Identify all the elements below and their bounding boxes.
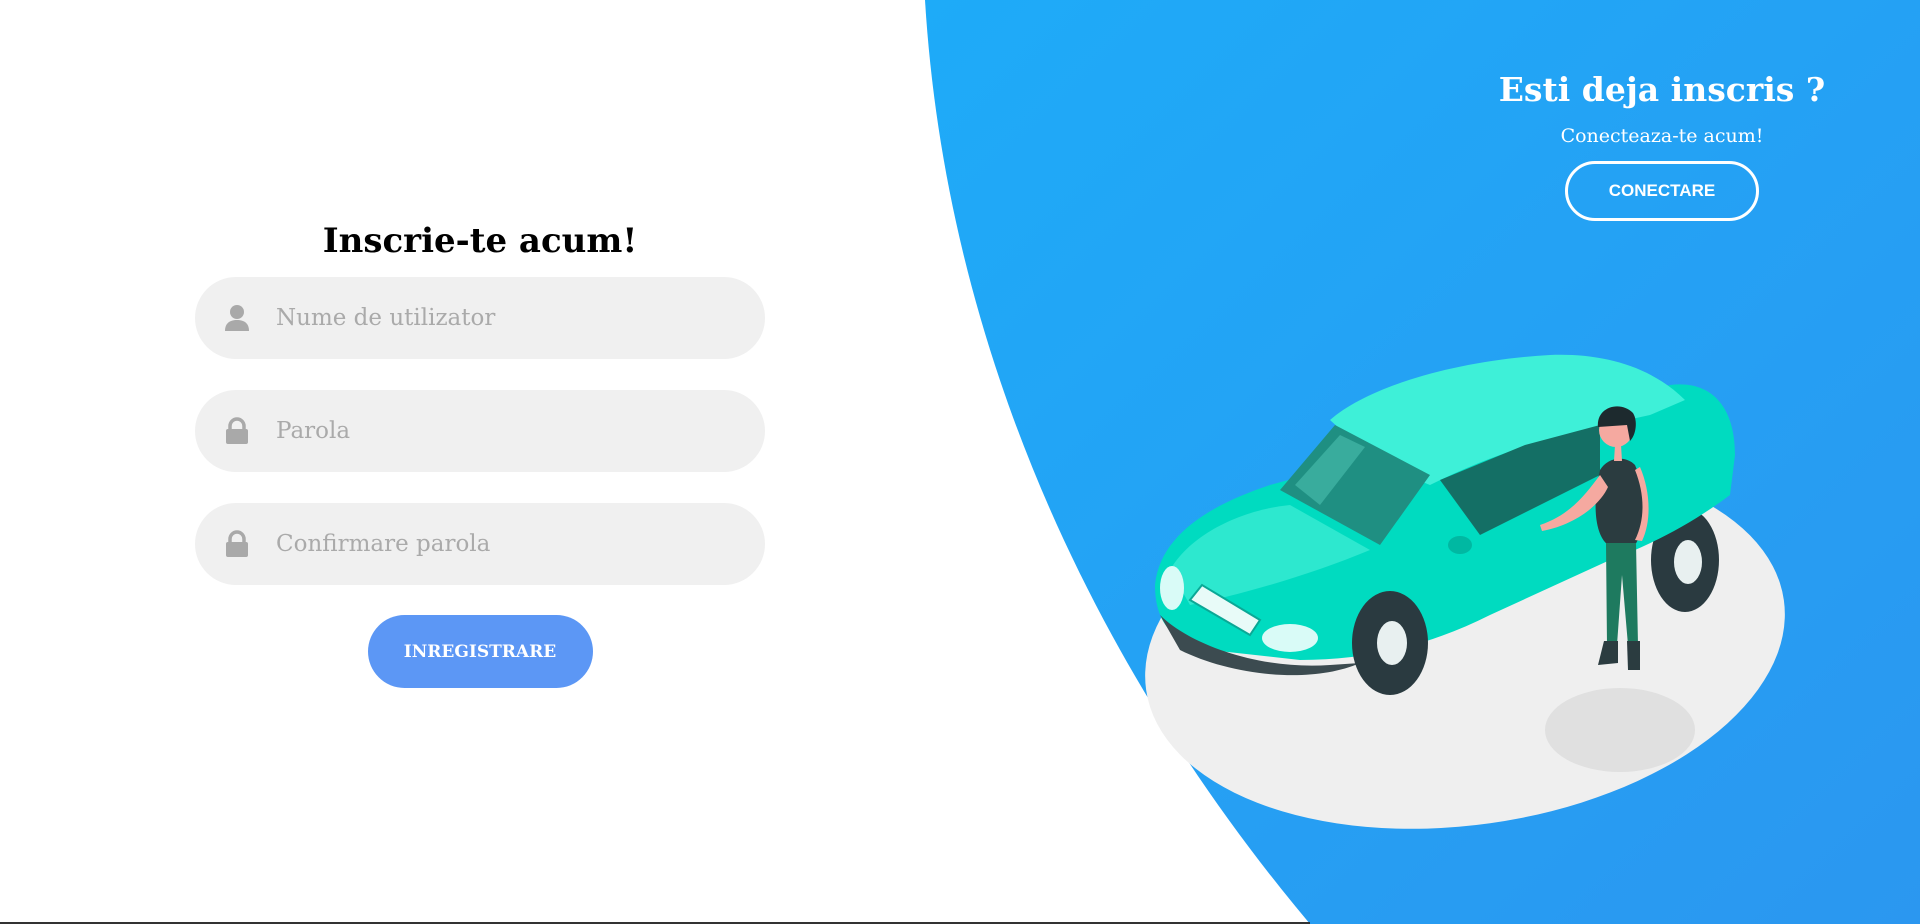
signup-page: Inscrie-te acum! Nume de utilizator INRE… <box>0 0 1920 924</box>
login-button[interactable]: CONECTARE <box>1565 161 1759 221</box>
username-input[interactable] <box>276 288 716 348</box>
login-panel-title: Esti deja inscris ? <box>1498 70 1826 109</box>
signup-form: Inscrie-te acum! Nume de utilizator INRE… <box>195 214 765 688</box>
lock-icon <box>224 529 250 559</box>
confirm-password-input[interactable] <box>276 514 716 574</box>
login-panel: Esti deja inscris ? Conecteaza-te acum! … <box>1462 66 1862 221</box>
lock-icon <box>224 416 250 446</box>
signup-title: Inscrie-te acum! <box>322 221 638 261</box>
username-field-container <box>195 277 765 359</box>
register-button[interactable]: INREGISTRARE <box>367 615 593 688</box>
password-input[interactable] <box>276 401 716 461</box>
password-field-container <box>195 390 765 472</box>
register-button-wrap: INREGISTRARE <box>195 615 765 688</box>
feet-shadow <box>1545 688 1695 772</box>
login-panel-subtitle: Conecteaza-te acum! <box>1560 125 1764 147</box>
car-illustration <box>1145 354 1785 829</box>
confirm-password-field-container <box>195 503 765 585</box>
user-icon <box>224 303 250 333</box>
